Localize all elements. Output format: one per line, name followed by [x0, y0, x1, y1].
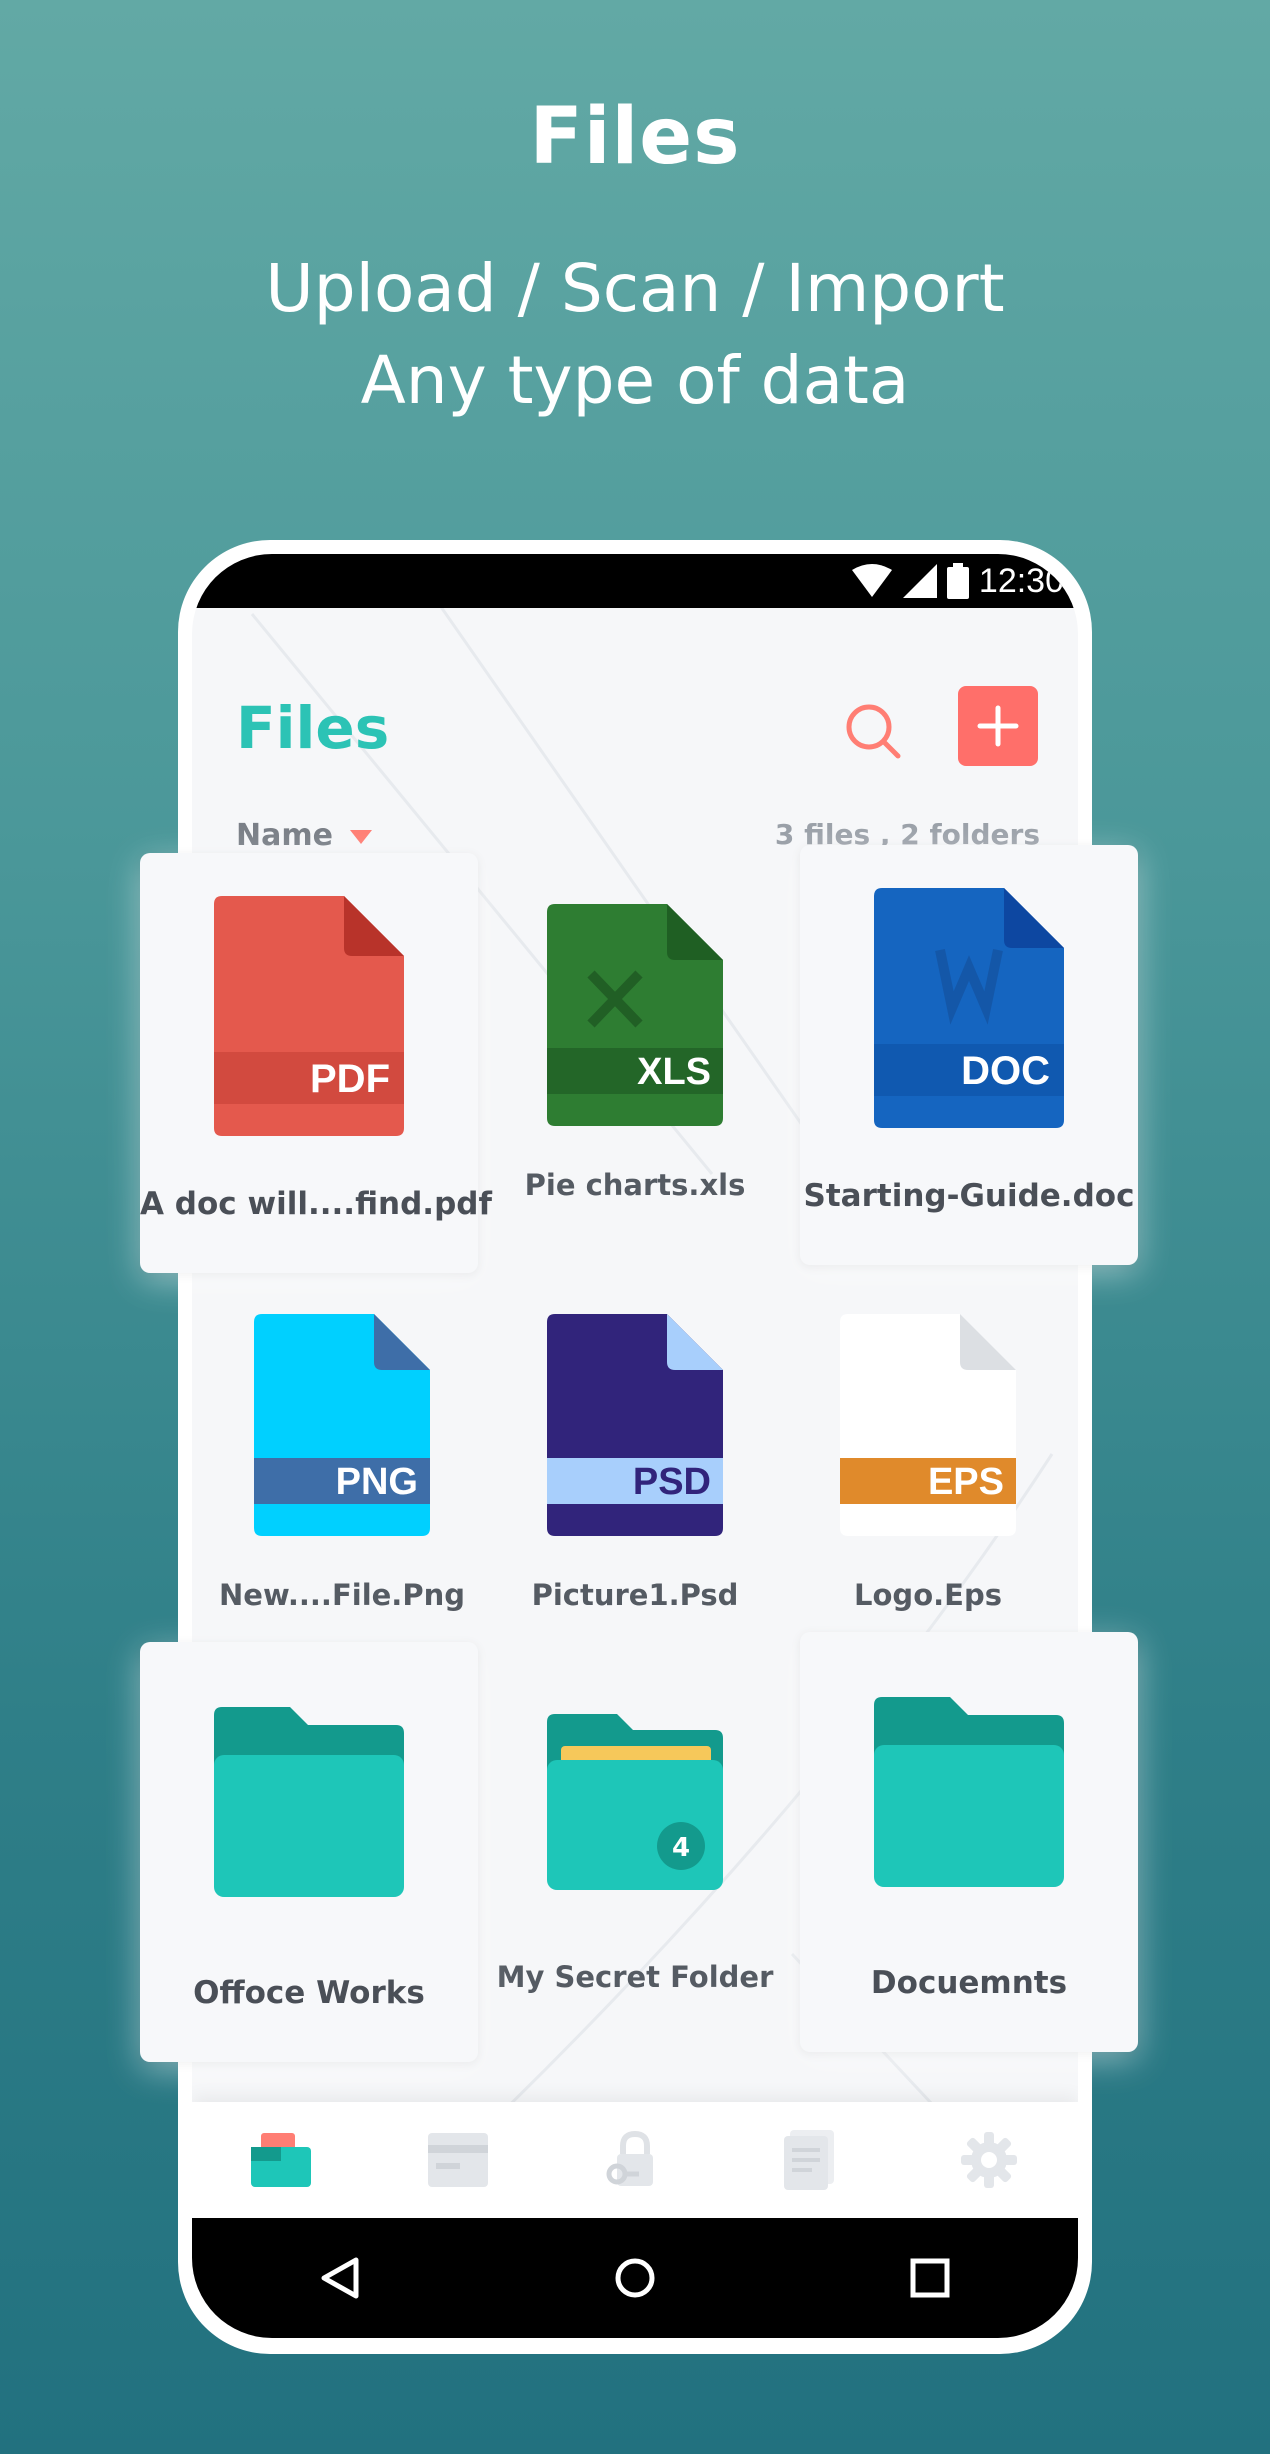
file-name: A doc will....find.pdf — [140, 1186, 492, 1222]
folder-icon — [214, 1707, 404, 1897]
files-icon — [250, 2133, 311, 2187]
png-badge: PNG — [336, 1461, 418, 1503]
system-navigation-bar — [192, 2218, 1078, 2338]
doc-file-icon: DOC — [874, 888, 1064, 1128]
settings-gear-icon — [961, 2132, 1018, 2188]
home-button[interactable] — [600, 2243, 670, 2313]
file-name: New....File.Png — [219, 1578, 465, 1612]
pdf-file-icon: PDF — [214, 896, 404, 1136]
psd-badge: PSD — [633, 1461, 711, 1503]
eps-file-icon: EPS — [840, 1314, 1016, 1536]
xls-badge: XLS — [637, 1051, 711, 1093]
png-file-icon: PNG — [254, 1314, 430, 1536]
app-title: Files — [236, 694, 390, 762]
phone-frame: 12:30 Files Name 3 files , 2 folders XLS… — [178, 540, 1092, 2354]
folder-icon: 4 — [547, 1714, 723, 1890]
file-card-doc[interactable]: DOC Starting-Guide.doc — [800, 845, 1138, 1265]
folder-name: My Secret Folder — [496, 1960, 774, 1994]
back-triangle-icon — [321, 2257, 359, 2299]
psd-file-icon: PSD — [547, 1314, 723, 1536]
card-icon — [427, 2133, 488, 2187]
hero-subtitle-line1: Upload / Scan / Import — [265, 250, 1005, 327]
vault-key-icon — [606, 2130, 653, 2186]
status-time: 12:30 — [978, 561, 1064, 600]
folder-card-office-works[interactable]: Offoce Works — [140, 1642, 478, 2062]
add-button[interactable] — [958, 686, 1038, 766]
file-card-pdf[interactable]: PDF A doc will....find.pdf — [140, 853, 492, 1273]
wifi-icon — [851, 564, 892, 597]
sort-by-name[interactable]: Name — [236, 818, 333, 853]
hero-title: Files — [529, 92, 741, 182]
recents-button[interactable] — [895, 2243, 965, 2313]
back-button[interactable] — [305, 2243, 375, 2313]
nav-settings[interactable] — [949, 2120, 1029, 2200]
folder-name: Offoce Works — [193, 1975, 425, 2011]
nav-files[interactable] — [241, 2120, 321, 2200]
caret-down-icon[interactable] — [350, 830, 372, 844]
nav-cards[interactable] — [418, 2120, 498, 2200]
home-circle-icon — [615, 2258, 655, 2298]
doc-badge: DOC — [961, 1049, 1050, 1093]
file-name: Starting-Guide.doc — [803, 1178, 1135, 1214]
file-name: Pie charts.xls — [524, 1168, 746, 1202]
bottom-navigation — [192, 2102, 1078, 2218]
file-name: Picture1.Psd — [531, 1578, 739, 1612]
xls-file-icon: XLS — [547, 904, 723, 1126]
pdf-badge: PDF — [310, 1057, 390, 1101]
battery-icon — [946, 563, 969, 599]
search-button[interactable] — [842, 700, 906, 764]
signal-icon — [902, 564, 937, 598]
folder-icon — [874, 1697, 1064, 1887]
folder-count-badge: 4 — [672, 1833, 690, 1863]
file-name: Logo.Eps — [854, 1578, 1002, 1612]
search-icon — [846, 704, 901, 759]
app-header: Files — [192, 608, 1078, 798]
folder-name: Docuemnts — [870, 1965, 1068, 2001]
nav-vault[interactable] — [595, 2120, 675, 2200]
eps-badge: EPS — [928, 1461, 1004, 1503]
nav-notes[interactable] — [772, 2120, 852, 2200]
folder-card-documents[interactable]: Docuemnts — [800, 1632, 1138, 2052]
notes-icon — [784, 2130, 835, 2190]
status-bar: 12:30 — [192, 554, 1078, 608]
recents-square-icon — [910, 2258, 950, 2298]
plus-icon — [977, 705, 1019, 747]
hero-subtitle-line2: Any type of data — [360, 342, 910, 419]
phone-screen: 12:30 Files Name 3 files , 2 folders XLS… — [192, 554, 1078, 2338]
